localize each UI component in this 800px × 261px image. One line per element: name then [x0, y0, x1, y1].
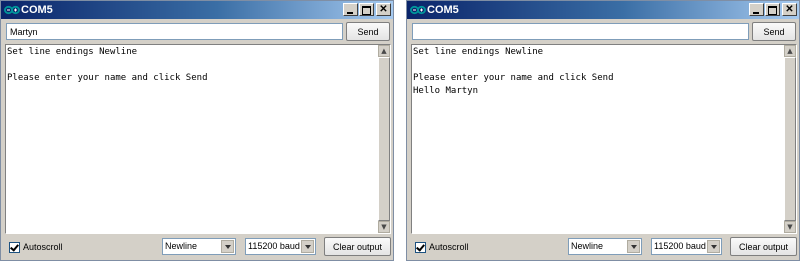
- send-button[interactable]: Send: [346, 22, 390, 41]
- chevron-down-icon: [631, 245, 637, 249]
- window-title: COM5: [427, 4, 459, 16]
- serial-output-area[interactable]: Set line endings Newline Please enter yo…: [5, 44, 391, 234]
- arduino-infinity-icon: [4, 5, 20, 15]
- scroll-up-arrow-icon: ▲: [381, 47, 387, 55]
- minimize-button[interactable]: [749, 3, 764, 16]
- minimize-icon: [753, 12, 759, 14]
- serial-input[interactable]: [412, 23, 749, 40]
- arduino-infinity-icon: [410, 5, 426, 15]
- vertical-scrollbar[interactable]: ▲ ▼: [378, 45, 390, 233]
- autoscroll-label[interactable]: Autoscroll: [429, 242, 469, 253]
- maximize-icon: [768, 6, 777, 15]
- vertical-scrollbar[interactable]: ▲ ▼: [784, 45, 796, 233]
- serial-input[interactable]: [6, 23, 343, 40]
- serial-monitor-window-1: COM5 ✕ Send Set line endings Newline Ple…: [0, 0, 394, 261]
- line-ending-dropdown[interactable]: Newline: [568, 238, 642, 255]
- serial-output-area[interactable]: Set line endings Newline Please enter yo…: [411, 44, 797, 234]
- chevron-down-icon: [711, 245, 717, 249]
- send-button[interactable]: Send: [752, 22, 796, 41]
- scroll-thumb[interactable]: [378, 57, 390, 221]
- autoscroll-label[interactable]: Autoscroll: [23, 242, 63, 253]
- minimize-button[interactable]: [343, 3, 358, 16]
- title-bar[interactable]: COM5 ✕: [1, 1, 393, 19]
- baud-rate-value: 115200 baud: [654, 241, 706, 251]
- line-ending-value: Newline: [571, 241, 604, 251]
- scroll-down-button[interactable]: ▼: [784, 221, 796, 233]
- scroll-thumb[interactable]: [784, 57, 796, 221]
- scroll-down-arrow-icon: ▼: [787, 223, 793, 231]
- checkmark-icon: [10, 242, 19, 252]
- serial-output-text: Set line endings Newline Please enter yo…: [413, 47, 614, 96]
- scroll-down-button[interactable]: ▼: [378, 221, 390, 233]
- baud-rate-dropdown[interactable]: 115200 baud: [245, 238, 316, 255]
- close-icon: ✕: [785, 4, 794, 15]
- chevron-down-icon: [305, 245, 311, 249]
- baud-rate-dropdown[interactable]: 115200 baud: [651, 238, 722, 255]
- maximize-button[interactable]: [765, 3, 780, 16]
- bottom-bar: Autoscroll Newline 115200 baud Clear out…: [1, 237, 393, 260]
- dropdown-arrow-button[interactable]: [221, 240, 234, 253]
- window-title: COM5: [21, 4, 53, 16]
- dropdown-arrow-button[interactable]: [627, 240, 640, 253]
- bottom-bar: Autoscroll Newline 115200 baud Clear out…: [407, 237, 799, 260]
- baud-rate-value: 115200 baud: [248, 241, 300, 251]
- close-button[interactable]: ✕: [782, 3, 797, 16]
- chevron-down-icon: [225, 245, 231, 249]
- scroll-up-button[interactable]: ▲: [784, 45, 796, 57]
- scroll-up-arrow-icon: ▲: [787, 47, 793, 55]
- dropdown-arrow-button[interactable]: [707, 240, 720, 253]
- clear-output-button[interactable]: Clear output: [324, 237, 391, 256]
- dropdown-arrow-button[interactable]: [301, 240, 314, 253]
- maximize-button[interactable]: [359, 3, 374, 16]
- minimize-icon: [347, 12, 353, 14]
- checkmark-icon: [416, 242, 425, 252]
- close-button[interactable]: ✕: [376, 3, 391, 16]
- clear-output-button[interactable]: Clear output: [730, 237, 797, 256]
- scroll-up-button[interactable]: ▲: [378, 45, 390, 57]
- close-icon: ✕: [379, 4, 388, 15]
- title-bar[interactable]: COM5 ✕: [407, 1, 799, 19]
- maximize-icon: [362, 6, 371, 15]
- line-ending-value: Newline: [165, 241, 198, 251]
- scroll-down-arrow-icon: ▼: [381, 223, 387, 231]
- autoscroll-checkbox[interactable]: [415, 242, 426, 253]
- autoscroll-checkbox[interactable]: [9, 242, 20, 253]
- serial-output-text: Set line endings Newline Please enter yo…: [7, 47, 208, 83]
- serial-monitor-window-2: COM5 ✕ Send Set line endings Newline Ple…: [406, 0, 800, 261]
- line-ending-dropdown[interactable]: Newline: [162, 238, 236, 255]
